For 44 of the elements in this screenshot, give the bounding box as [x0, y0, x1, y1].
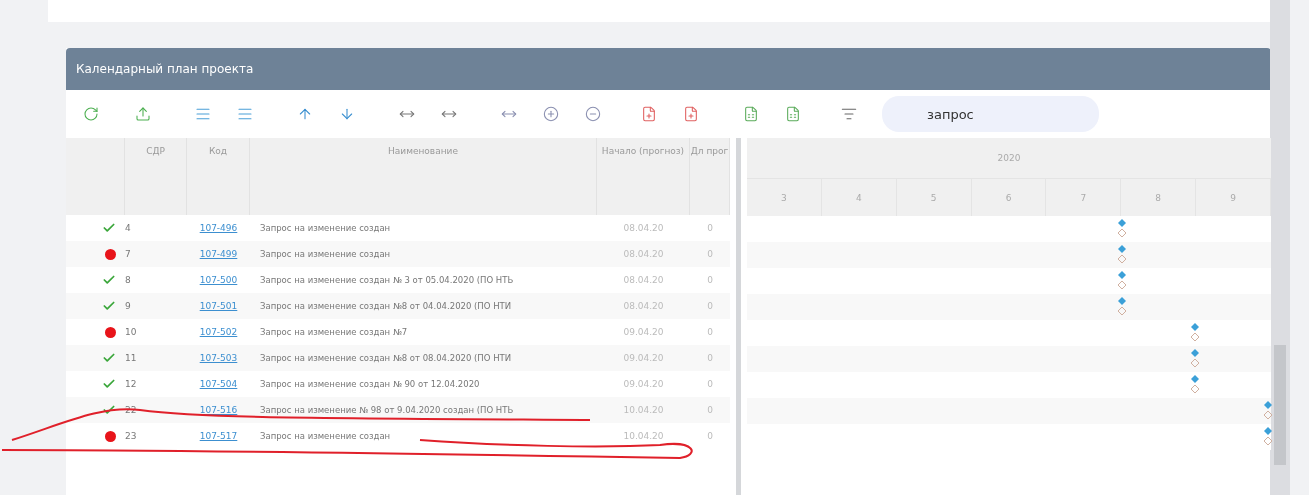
milestone-icon: [1116, 218, 1127, 240]
filter-icon: [841, 106, 857, 122]
milestone-icon: [1190, 374, 1200, 396]
table-cell: 11: [125, 345, 187, 371]
milestone-icon: [1116, 296, 1127, 318]
table-cell: 09.04.20: [597, 345, 690, 371]
column-header: Наименование: [250, 138, 597, 215]
column-header: Начало (прогноз): [597, 138, 690, 215]
code-link[interactable]: 107-499: [199, 249, 238, 259]
table-cell: Запрос на изменение создан №8 от 04.04.2020 (ПО НТИ: [250, 293, 597, 319]
table-cell: Запрос на изменение создан: [250, 241, 597, 267]
column-header: Код: [187, 138, 250, 215]
search-field[interactable]: запрос: [882, 96, 1099, 132]
milestone-icon: [1190, 322, 1200, 344]
upload-icon: [135, 106, 151, 122]
scrollbar[interactable]: [1270, 0, 1290, 495]
code-link[interactable]: 107-517: [199, 431, 238, 441]
table-cell: 08.04.20: [597, 241, 690, 267]
column-header: Дл прог: [690, 138, 730, 215]
milestone-icon: [1190, 348, 1200, 370]
milestone-icon: [1263, 426, 1274, 448]
code-link[interactable]: 107-504: [199, 379, 238, 389]
table-cell: 7: [125, 241, 187, 267]
panel-title: Календарный план проекта: [76, 62, 254, 76]
code-link[interactable]: 107-503: [199, 353, 238, 363]
refresh-icon: [83, 106, 99, 122]
zoom-in-icon: [543, 106, 559, 122]
table-cell: 08.04.20: [597, 293, 690, 319]
code-link[interactable]: 107-502: [199, 327, 238, 337]
table-cell: 10.04.20: [597, 397, 690, 423]
code-link[interactable]: 107-516: [199, 405, 238, 415]
code-link[interactable]: 107-500: [199, 275, 238, 285]
code-link[interactable]: 107-496: [199, 223, 238, 233]
zoom-out-icon: [585, 106, 601, 122]
milestone-icon: [1116, 244, 1127, 266]
table-cell: Запрос на изменение № 98 от 9.04.2020 создан (ПО НТЬ: [250, 397, 597, 423]
column-header: СДР: [125, 138, 187, 215]
table-cell: 9: [125, 293, 187, 319]
table-cell: Запрос на изменение создан №8 от 08.04.2020 (ПО НТИ: [250, 345, 597, 371]
scrollbar-thumb[interactable]: [1274, 345, 1286, 465]
milestone-icon: [1263, 400, 1274, 422]
year-header: 2020: [747, 138, 1271, 179]
code-link[interactable]: 107-501: [199, 301, 238, 311]
milestone-icon: [1116, 270, 1127, 292]
